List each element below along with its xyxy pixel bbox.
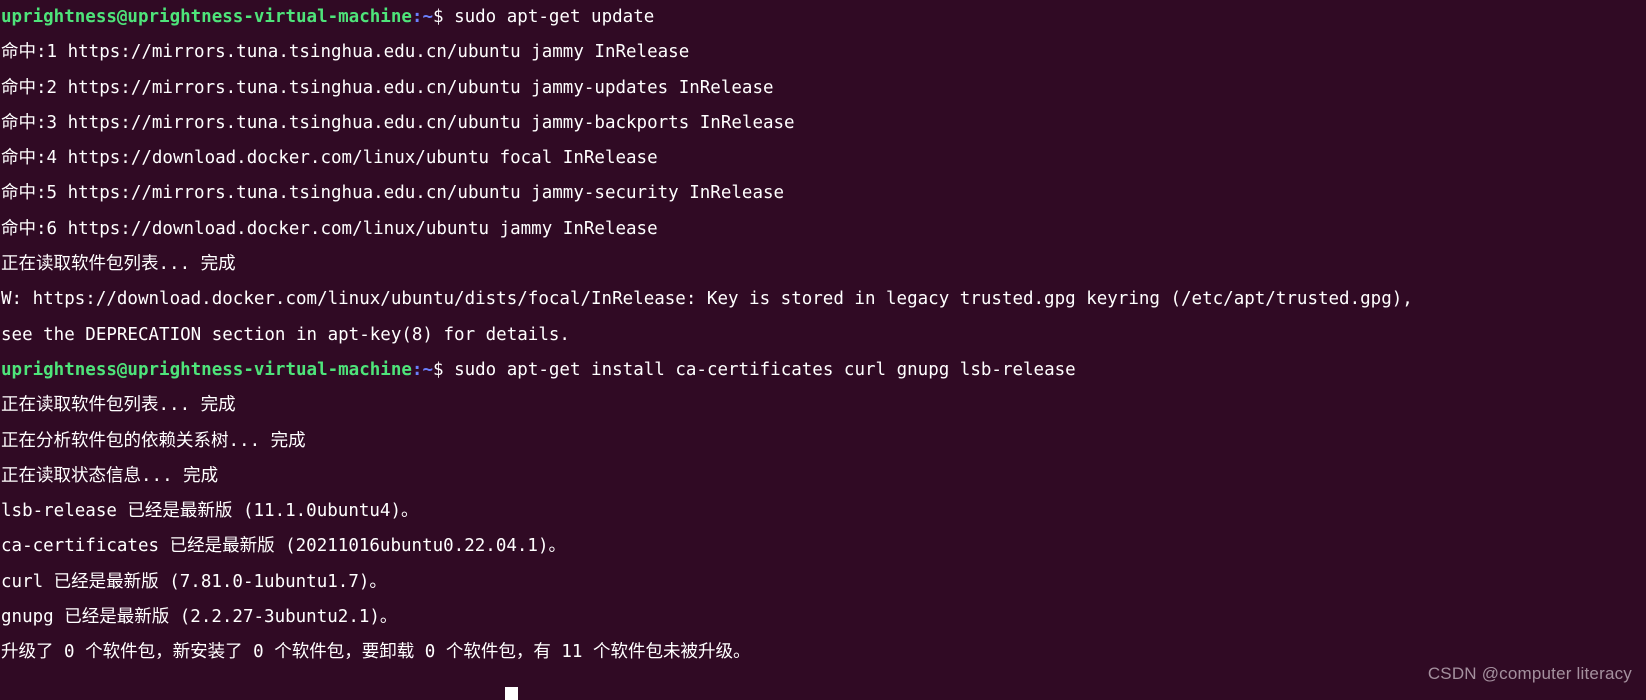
terminal-output-line: W: https://download.docker.com/linux/ubu… xyxy=(1,282,1646,317)
terminal-output-line: curl 已经是最新版 (7.81.0-1ubuntu1.7)。 xyxy=(1,565,1646,600)
terminal-output-text: 命中:6 https://download.docker.com/linux/u… xyxy=(1,218,658,239)
terminal-output-text: 命中:5 https://mirrors.tuna.tsinghua.edu.c… xyxy=(1,183,785,204)
terminal-output-text: 命中:4 https://download.docker.com/linux/u… xyxy=(1,148,658,169)
prompt-dollar-sign: $ xyxy=(433,7,455,27)
terminal-output-text: 命中:1 https://mirrors.tuna.tsinghua.edu.c… xyxy=(1,42,690,63)
terminal-output-line: 命中:6 https://download.docker.com/linux/u… xyxy=(1,212,1646,247)
terminal-output-text: 正在读取软件包列表... 完成 xyxy=(1,254,236,275)
csdn-watermark: CSDN @computer literacy xyxy=(1427,663,1632,683)
terminal-output-text: gnupg 已经是最新版 (2.2.27-3ubuntu2.1)。 xyxy=(1,607,398,628)
terminal-output-text: 正在读取状态信息... 完成 xyxy=(1,465,219,486)
terminal-output-line: 正在读取软件包列表... 完成 xyxy=(1,388,1646,423)
terminal-prompt-line: uprightness@uprightness-virtual-machine:… xyxy=(1,0,1646,35)
prompt-working-directory: ~ xyxy=(422,359,433,380)
terminal-command-text: sudo apt-get update xyxy=(454,7,655,27)
terminal-window[interactable]: uprightness@uprightness-virtual-machine:… xyxy=(0,0,1646,700)
terminal-output-text: 正在分析软件包的依赖关系树... 完成 xyxy=(1,430,306,451)
terminal-output-line: 命中:5 https://mirrors.tuna.tsinghua.edu.c… xyxy=(1,176,1646,211)
text-cursor xyxy=(505,687,518,700)
prompt-dollar-sign: $ xyxy=(433,359,455,380)
terminal-output-line: see the DEPRECATION section in apt-key(8… xyxy=(1,318,1646,353)
terminal-output-text: ca-certificates 已经是最新版 (20211016ubuntu0.… xyxy=(1,536,567,557)
terminal-output-line: 命中:1 https://mirrors.tuna.tsinghua.edu.c… xyxy=(1,35,1646,70)
terminal-output-line: 命中:3 https://mirrors.tuna.tsinghua.edu.c… xyxy=(1,106,1646,141)
terminal-output-text: 命中:3 https://mirrors.tuna.tsinghua.edu.c… xyxy=(1,112,795,133)
terminal-output-text: 升级了 0 个软件包，新安装了 0 个软件包，要卸载 0 个软件包，有 11 个… xyxy=(1,642,751,663)
terminal-output-text: curl 已经是最新版 (7.81.0-1ubuntu1.7)。 xyxy=(1,571,387,592)
terminal-output-text: 命中:2 https://mirrors.tuna.tsinghua.edu.c… xyxy=(1,77,774,98)
prompt-working-directory: ~ xyxy=(422,7,433,27)
terminal-prompt-line: uprightness@uprightness-virtual-machine:… xyxy=(1,353,1646,388)
terminal-output-line: 正在读取软件包列表... 完成 xyxy=(1,247,1646,282)
terminal-output-text: lsb-release 已经是最新版 (11.1.0ubuntu4)。 xyxy=(1,501,419,522)
prompt-colon: : xyxy=(411,359,423,380)
terminal-output-line: ca-certificates 已经是最新版 (20211016ubuntu0.… xyxy=(1,529,1646,564)
terminal-output-text: see the DEPRECATION section in apt-key(8… xyxy=(1,324,570,345)
terminal-output-line: lsb-release 已经是最新版 (11.1.0ubuntu4)。 xyxy=(1,494,1646,529)
prompt-user-host: uprightness@uprightness-virtual-machine xyxy=(1,359,412,380)
terminal-output-line: 正在分析软件包的依赖关系树... 完成 xyxy=(1,424,1646,459)
prompt-colon: : xyxy=(411,7,423,27)
terminal-output-text: 正在读取软件包列表... 完成 xyxy=(1,395,236,416)
terminal-output-area[interactable]: uprightness@uprightness-virtual-machine:… xyxy=(0,0,1646,671)
terminal-output-line: 正在读取状态信息... 完成 xyxy=(1,459,1646,494)
terminal-output-line: 升级了 0 个软件包，新安装了 0 个软件包，要卸载 0 个软件包，有 11 个… xyxy=(1,635,1646,670)
terminal-output-text: W: https://download.docker.com/linux/ubu… xyxy=(1,289,1413,310)
terminal-output-line: 命中:2 https://mirrors.tuna.tsinghua.edu.c… xyxy=(1,71,1646,106)
terminal-output-line: gnupg 已经是最新版 (2.2.27-3ubuntu2.1)。 xyxy=(1,600,1646,635)
terminal-command-text: sudo apt-get install ca-certificates cur… xyxy=(454,359,1076,380)
prompt-user-host: uprightness@uprightness-virtual-machine xyxy=(1,7,412,27)
terminal-output-line: 命中:4 https://download.docker.com/linux/u… xyxy=(1,141,1646,176)
